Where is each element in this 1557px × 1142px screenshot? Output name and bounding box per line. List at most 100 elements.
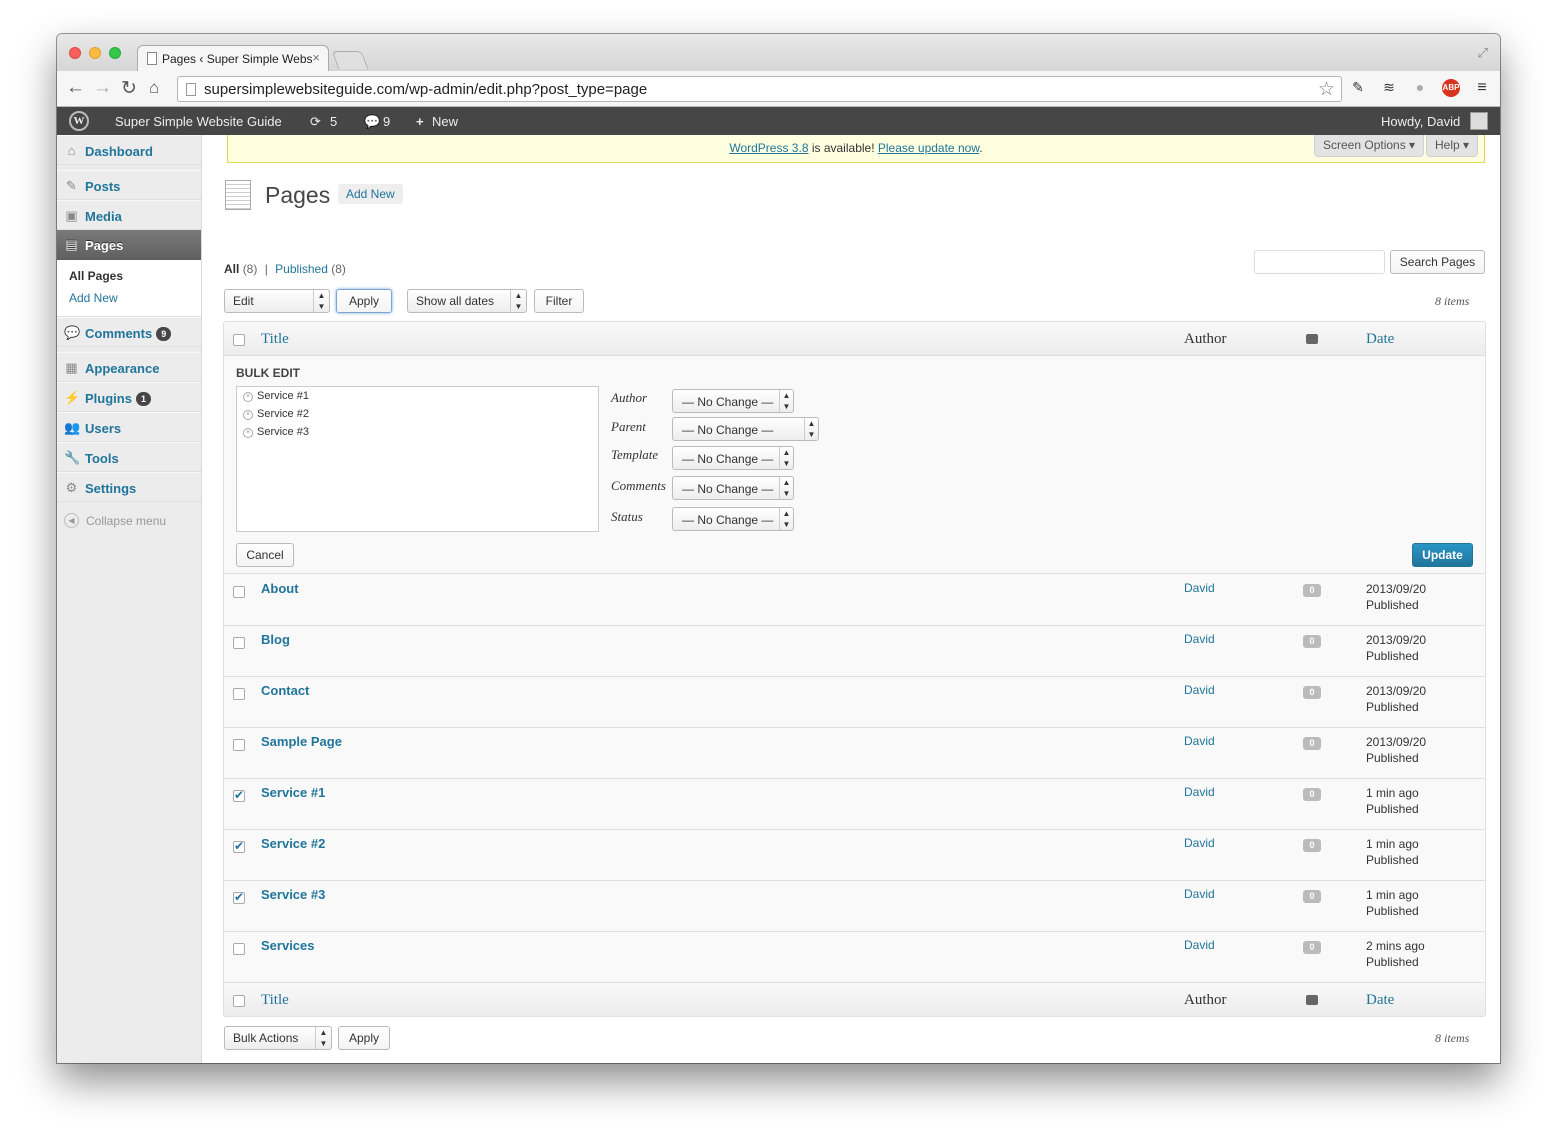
sidebar-item-plugins[interactable]: ⚡ Plugins 1 (57, 382, 201, 412)
filter-button[interactable]: Filter (534, 289, 584, 313)
comment-count-bubble[interactable]: 0 (1303, 737, 1321, 750)
sidebar-item-dashboard[interactable]: ⌂ Dashboard (57, 135, 201, 165)
evernote-extension-icon[interactable]: ✎ (1349, 79, 1367, 97)
update-button[interactable]: Update (1412, 543, 1473, 567)
cancel-button[interactable]: Cancel (236, 543, 294, 567)
page-title-link[interactable]: Contact (261, 683, 309, 698)
col-title[interactable]: Title (261, 331, 289, 348)
bulk-action-select-top[interactable]: Edit ▲ ▼ (224, 289, 330, 313)
bookmark-star-icon[interactable]: ☆ (1318, 78, 1335, 101)
apply-button-bottom[interactable]: Apply (338, 1026, 390, 1050)
back-icon[interactable]: ← (66, 77, 85, 99)
template-select[interactable]: — No Change — ▲ ▼ (672, 446, 794, 470)
search-input[interactable] (1254, 250, 1385, 274)
minimize-window-button[interactable] (89, 47, 101, 59)
buffer-extension-icon[interactable]: ≋ (1380, 79, 1398, 97)
updates-icon[interactable]: ⟳ (310, 114, 321, 130)
author-link[interactable]: David (1184, 734, 1215, 748)
author-link[interactable]: David (1184, 683, 1215, 697)
add-new-button[interactable]: Add New (338, 184, 403, 204)
remove-item-icon[interactable]: × (243, 392, 253, 402)
row-checkbox[interactable] (233, 739, 245, 751)
row-checkbox[interactable] (233, 637, 245, 649)
comments-column-icon[interactable] (1306, 334, 1318, 344)
comments-icon[interactable]: 💬 (364, 114, 380, 130)
help-button[interactable]: Help ▾ (1426, 135, 1479, 157)
row-checkbox[interactable] (233, 586, 245, 598)
sidebar-item-posts[interactable]: ✎ Posts (57, 170, 201, 200)
avatar[interactable] (1470, 112, 1488, 130)
updates-count[interactable]: 5 (330, 114, 337, 129)
fullscreen-icon[interactable]: ⤢ (1478, 45, 1488, 61)
parent-select[interactable]: — No Change — ▲ ▼ (672, 417, 819, 441)
author-link[interactable]: David (1184, 836, 1215, 850)
address-bar[interactable]: supersimplewebsiteguide.com/wp-admin/edi… (177, 76, 1342, 102)
close-window-button[interactable] (69, 47, 81, 59)
row-checkbox[interactable] (233, 839, 245, 853)
col-date[interactable]: Date (1366, 331, 1394, 348)
page-title-link[interactable]: Service #1 (261, 785, 325, 800)
plus-icon[interactable]: + (416, 114, 424, 129)
ghostery-extension-icon[interactable]: ● (1411, 79, 1429, 97)
page-title-link[interactable]: Blog (261, 632, 290, 647)
collapse-menu[interactable]: ◀ Collapse menu (57, 505, 201, 535)
comments-count[interactable]: 9 (383, 114, 390, 129)
col-title-footer[interactable]: Title (261, 992, 289, 1009)
reload-icon[interactable]: ↻ (121, 77, 137, 100)
dates-filter-select[interactable]: Show all dates ▲ ▼ (407, 289, 527, 313)
author-link[interactable]: David (1184, 785, 1215, 799)
author-link[interactable]: David (1184, 632, 1215, 646)
select-all-checkbox-bottom[interactable] (233, 995, 245, 1007)
comment-count-bubble[interactable]: 0 (1303, 635, 1321, 648)
sidebar-item-media[interactable]: ▣ Media (57, 200, 201, 230)
comment-count-bubble[interactable]: 0 (1303, 839, 1321, 852)
submenu-add-new[interactable]: Add New (69, 288, 201, 310)
bulk-action-select-bottom[interactable]: Bulk Actions ▲ ▼ (224, 1026, 332, 1050)
row-checkbox[interactable] (233, 943, 245, 955)
page-title-link[interactable]: Service #2 (261, 836, 325, 851)
browser-tab[interactable]: Pages ‹ Super Simple Webs × (137, 45, 329, 72)
update-now-link[interactable]: Please update now (878, 141, 979, 155)
remove-item-icon[interactable]: × (243, 428, 253, 438)
howdy-user[interactable]: Howdy, David (1381, 114, 1460, 129)
author-link[interactable]: David (1184, 938, 1215, 952)
page-title-link[interactable]: Service #3 (261, 887, 325, 902)
page-title-link[interactable]: About (261, 581, 299, 596)
wordpress-logo-icon[interactable]: W (69, 111, 89, 131)
site-name-link[interactable]: Super Simple Website Guide (115, 114, 282, 129)
sidebar-item-settings[interactable]: ⚙ Settings (57, 472, 201, 502)
home-icon[interactable]: ⌂ (149, 78, 159, 98)
comment-count-bubble[interactable]: 0 (1303, 686, 1321, 699)
comment-count-bubble[interactable]: 0 (1303, 788, 1321, 801)
remove-item-icon[interactable]: × (243, 410, 253, 420)
comments-column-icon[interactable] (1306, 995, 1318, 1005)
page-title-link[interactable]: Services (261, 938, 315, 953)
sidebar-item-comments[interactable]: 💬 Comments 9 (57, 317, 201, 347)
row-checkbox[interactable] (233, 890, 245, 904)
new-tab-button[interactable] (331, 51, 369, 69)
forward-icon[interactable]: → (93, 77, 112, 99)
new-content-link[interactable]: New (432, 114, 458, 129)
author-link[interactable]: David (1184, 581, 1215, 595)
status-select[interactable]: — No Change — ▲ ▼ (672, 507, 794, 531)
author-select[interactable]: — No Change — ▲ ▼ (672, 389, 794, 413)
zoom-window-button[interactable] (109, 47, 121, 59)
comments-select[interactable]: — No Change — ▲ ▼ (672, 476, 794, 500)
comment-count-bubble[interactable]: 0 (1303, 890, 1321, 903)
author-link[interactable]: David (1184, 887, 1215, 901)
adblock-plus-icon[interactable]: ABP (1442, 79, 1460, 97)
page-title-link[interactable]: Sample Page (261, 734, 342, 749)
comment-count-bubble[interactable]: 0 (1303, 584, 1321, 597)
chrome-menu-icon[interactable]: ≡ (1473, 79, 1491, 97)
sidebar-item-tools[interactable]: 🔧 Tools (57, 442, 201, 472)
sidebar-item-pages[interactable]: ▤ Pages (57, 230, 201, 260)
sidebar-item-users[interactable]: 👥 Users (57, 412, 201, 442)
wordpress-version-link[interactable]: WordPress 3.8 (729, 141, 808, 155)
row-checkbox[interactable] (233, 788, 245, 802)
col-date-footer[interactable]: Date (1366, 992, 1394, 1009)
screen-options-button[interactable]: Screen Options ▾ (1314, 135, 1425, 157)
row-checkbox[interactable] (233, 688, 245, 700)
filter-published[interactable]: Published (275, 262, 328, 276)
filter-all[interactable]: All (224, 262, 239, 276)
search-pages-button[interactable]: Search Pages (1390, 250, 1485, 274)
